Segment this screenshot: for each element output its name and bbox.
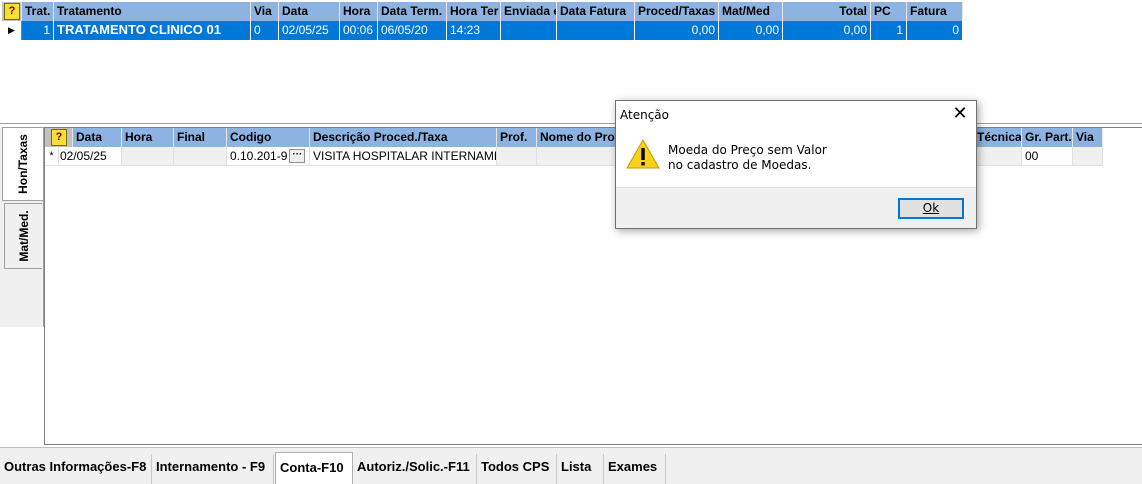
tab-hon-taxas[interactable]: Hon/Taxas — [2, 127, 43, 201]
tab-internamento[interactable]: Internamento - F9 — [152, 454, 274, 484]
help-question-icon[interactable]: ? — [4, 3, 20, 20]
col-header-hora[interactable]: Hora — [122, 128, 174, 147]
tab-mat-med-label: Mat/Med. — [16, 210, 31, 262]
grid-help-cell[interactable]: ? — [2, 2, 22, 21]
ok-button-label: Ok — [922, 201, 940, 215]
cell-codigo[interactable]: 0.10.201-9 ··· — [227, 147, 310, 166]
cell-fatura[interactable]: 0 — [907, 21, 963, 40]
tab-todos-cps[interactable]: Todos CPS — [477, 454, 557, 484]
cell-total[interactable]: 0,00 — [783, 21, 871, 40]
col-header-total[interactable]: Total — [783, 2, 871, 21]
cell-final[interactable] — [174, 147, 227, 166]
col-header-codigo[interactable]: Codigo — [227, 128, 310, 147]
cell-tratamento[interactable]: TRATAMENTO CLINICO 01 — [54, 21, 251, 40]
cell-mat-med[interactable]: 0,00 — [719, 21, 783, 40]
col-header-hora-term[interactable]: Hora Ter — [447, 2, 501, 21]
cell-enviada[interactable] — [501, 21, 557, 40]
ok-button[interactable]: Ok — [898, 198, 964, 219]
dialog-message-line-1: Moeda do Preço sem Valor — [668, 143, 827, 157]
tab-autoriz-solic[interactable]: Autoriz./Solic.-F11 — [353, 454, 477, 484]
table-row[interactable]: ▶ 1 TRATAMENTO CLINICO 01 0 02/05/25 00:… — [2, 21, 963, 40]
cell-data-term[interactable]: 06/05/20 — [378, 21, 447, 40]
col-header-data[interactable]: Data — [279, 2, 340, 21]
cell-hora[interactable]: 00:06 — [340, 21, 378, 40]
cell-data[interactable]: 02/05/25 — [59, 147, 122, 166]
col-header-enviada[interactable]: Enviada e — [501, 2, 557, 21]
cell-trat[interactable]: 1 — [22, 21, 54, 40]
cell-prof[interactable] — [497, 147, 537, 166]
col-header-prof[interactable]: Prof. — [497, 128, 537, 147]
col-header-mat-med[interactable]: Mat/Med — [719, 2, 783, 21]
col-header-hora[interactable]: Hora — [340, 2, 378, 21]
side-tab-strip: Hon/Taxas Mat/Med. — [0, 127, 44, 327]
treatment-grid-header: ? Trat. Tratamento Via Data Hora Data Te… — [2, 2, 963, 21]
col-header-pc[interactable]: PC — [871, 2, 907, 21]
dialog-footer: Ok — [616, 187, 976, 228]
col-header-tecnica[interactable]: Técnica — [974, 128, 1022, 147]
tab-exames[interactable]: Exames — [604, 454, 666, 484]
tab-lista[interactable]: Lista — [557, 454, 604, 484]
tab-outras-informacoes[interactable]: Outras Informações-F8 — [0, 454, 152, 484]
procedures-grid-panel: ? Data Hora Final Codigo Descrição Proce… — [44, 127, 1142, 445]
dialog-message-line-2: no cadastro de Moedas. — [668, 158, 812, 172]
col-header-via[interactable]: Via — [251, 2, 279, 21]
cell-hora[interactable] — [122, 147, 174, 166]
cell-tecnica[interactable] — [974, 147, 1022, 166]
warning-icon — [626, 138, 660, 169]
col-header-tratamento[interactable]: Tratamento — [54, 2, 251, 21]
col-header-data[interactable]: Data — [73, 128, 122, 147]
cell-proced-taxas[interactable]: 0,00 — [635, 21, 719, 40]
cell-via[interactable] — [1073, 147, 1103, 166]
tab-conta[interactable]: Conta-F10 — [275, 452, 353, 484]
cell-via[interactable]: 0 — [251, 21, 279, 40]
cell-descricao[interactable]: VISITA HOSPITALAR INTERNAME — [310, 147, 497, 166]
col-header-data-term[interactable]: Data Term. — [378, 2, 447, 21]
tab-hon-taxas-label: Hon/Taxas — [16, 134, 30, 194]
col-header-descricao[interactable]: Descrição Proced./Taxa — [310, 128, 497, 147]
col-header-gr-part[interactable]: Gr. Part. — [1022, 128, 1073, 147]
lookup-ellipsis-button[interactable]: ··· — [289, 149, 306, 163]
row-indicator-asterisk: * — [45, 147, 59, 166]
col-header-fatura[interactable]: Fatura — [907, 2, 963, 21]
col-header-data-fatura[interactable]: Data Fatura — [557, 2, 635, 21]
tab-mat-med[interactable]: Mat/Med. — [4, 203, 42, 269]
cell-hora-term[interactable]: 14:23 — [447, 21, 501, 40]
col-header-final[interactable]: Final — [174, 128, 227, 147]
warning-dialog: Atenção ✕ Moeda do Preço sem Valor no ca… — [615, 100, 977, 229]
cell-data-fatura[interactable] — [557, 21, 635, 40]
row-indicator-arrow-icon: ▶ — [2, 21, 22, 40]
bottom-tab-strip: Outras Informações-F8 Internamento - F9 … — [0, 447, 1142, 484]
treatment-grid[interactable]: ? Trat. Tratamento Via Data Hora Data Te… — [2, 2, 963, 40]
col-header-via[interactable]: Via — [1073, 128, 1103, 147]
cell-pc[interactable]: 1 — [871, 21, 907, 40]
close-icon[interactable]: ✕ — [944, 101, 976, 127]
col-header-proced-taxas[interactable]: Proced/Taxas — [635, 2, 719, 21]
cell-gr-part[interactable]: 00 — [1022, 147, 1073, 166]
dialog-message: Moeda do Preço sem Valor no cadastro de … — [668, 143, 827, 173]
help-question-icon[interactable]: ? — [51, 129, 67, 146]
grid-help-cell[interactable]: ? — [45, 128, 73, 147]
cell-codigo-value[interactable]: 0.10.201-9 — [230, 149, 287, 163]
col-header-trat[interactable]: Trat. — [22, 2, 54, 21]
cell-data[interactable]: 02/05/25 — [279, 21, 340, 40]
dialog-title: Atenção — [620, 108, 669, 122]
